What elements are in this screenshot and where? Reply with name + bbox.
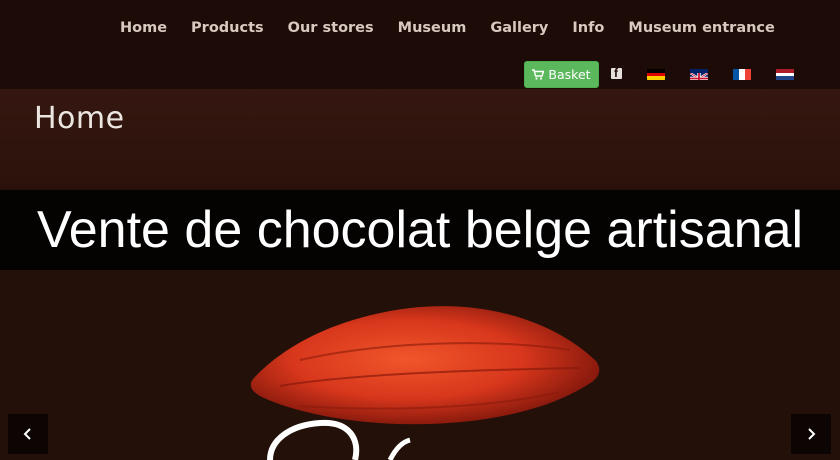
shopping-cart-icon — [532, 69, 545, 80]
page-title-band — [0, 89, 840, 189]
page-title: Home — [34, 101, 125, 136]
dutch-flag-icon[interactable] — [776, 69, 794, 80]
chevron-right-icon — [808, 428, 816, 440]
french-flag-icon[interactable] — [733, 69, 751, 80]
uk-flag-icon[interactable] — [690, 69, 708, 80]
nav-gallery[interactable]: Gallery — [478, 12, 560, 46]
nav-products[interactable]: Products — [179, 12, 276, 46]
facebook-icon[interactable]: f — [611, 66, 622, 80]
top-navbar: Home Products Our stores Museum Gallery … — [0, 0, 840, 89]
basket-label: Basket — [548, 67, 591, 82]
basket-button[interactable]: Basket — [524, 61, 599, 88]
nav-our-stores[interactable]: Our stores — [276, 12, 386, 46]
nav-museum[interactable]: Museum — [386, 12, 479, 46]
nav-home[interactable]: Home — [108, 12, 179, 46]
german-flag-icon[interactable] — [647, 69, 665, 80]
nav-info[interactable]: Info — [560, 12, 616, 46]
chevron-left-icon — [23, 428, 31, 440]
slider-prev-button[interactable] — [8, 414, 48, 454]
nav-museum-entrance[interactable]: Museum entrance — [616, 12, 786, 46]
main-menu: Home Products Our stores Museum Gallery … — [108, 12, 787, 46]
slider-next-button[interactable] — [791, 414, 831, 454]
cocoa-pod-image — [250, 306, 600, 460]
hero-headline: Vente de chocolat belge artisanal — [36, 201, 804, 259]
